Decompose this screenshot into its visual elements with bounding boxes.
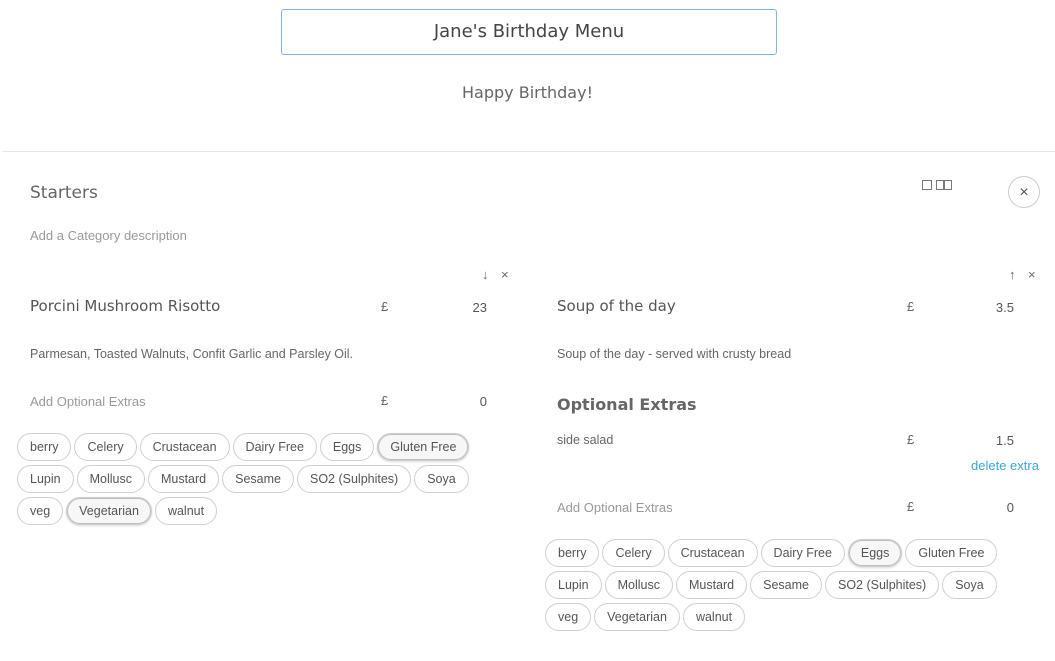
single-column-layout-icon[interactable]	[922, 180, 932, 190]
dietary-tag[interactable]: Celery	[74, 433, 137, 461]
dietary-tag[interactable]: Vegetarian	[594, 603, 680, 631]
dietary-tag[interactable]: Lupin	[17, 465, 74, 493]
dietary-tag[interactable]: Crustacean	[667, 539, 758, 567]
dietary-tag[interactable]: berry	[545, 539, 600, 567]
divider	[3, 151, 1055, 152]
dietary-tag[interactable]: berry	[17, 433, 72, 461]
delete-item-icon[interactable]: ×	[1028, 267, 1036, 282]
two-column-layout-icon[interactable]	[936, 180, 952, 190]
dietary-tags: berry Celery Crustacean Dairy Free Eggs Glute…	[17, 433, 517, 525]
extra-price-input[interactable]: 0	[427, 394, 487, 409]
layout-toggle	[922, 180, 952, 190]
move-up-icon[interactable]: ↑	[1009, 267, 1016, 282]
dietary-tag[interactable]: Eggs	[319, 433, 375, 461]
item-price-input[interactable]: 23	[427, 300, 487, 315]
dietary-tag[interactable]: Vegetarian	[66, 497, 152, 525]
dietary-tags: berry Celery Crustacean Dairy Free Eggs Glute…	[545, 539, 1045, 631]
dietary-tag[interactable]: Dairy Free	[232, 433, 317, 461]
dietary-tag[interactable]: SO2 (Sulphites)	[824, 571, 940, 599]
dietary-tag[interactable]: Celery	[602, 539, 665, 567]
menu-subtitle[interactable]: Happy Birthday!	[0, 83, 1055, 102]
currency-symbol: £	[381, 299, 389, 314]
dietary-tag[interactable]: Mustard	[675, 571, 748, 599]
dietary-tag[interactable]: Mollusc	[604, 571, 673, 599]
optional-extras-heading: Optional Extras	[557, 395, 697, 414]
add-optional-extras-input[interactable]: Add Optional Extras	[557, 500, 673, 515]
currency-symbol: £	[907, 299, 915, 314]
dietary-tag[interactable]: walnut	[682, 603, 746, 631]
item-description-input[interactable]: Soup of the day - served with crusty bre…	[557, 347, 791, 361]
dietary-tag[interactable]: SO2 (Sulphites)	[296, 465, 412, 493]
category-description-input[interactable]: Add a Category description	[30, 228, 187, 243]
menu-title-input[interactable]: Jane's Birthday Menu	[281, 9, 777, 55]
dietary-tag[interactable]: veg	[17, 497, 64, 525]
dietary-tag[interactable]: Dairy Free	[760, 539, 845, 567]
dietary-tag[interactable]: walnut	[154, 497, 218, 525]
currency-symbol: £	[907, 499, 915, 514]
delete-item-icon[interactable]: ×	[501, 267, 509, 282]
currency-symbol: £	[907, 432, 915, 447]
extra-price-input[interactable]: 0	[954, 500, 1014, 515]
extra-price-input[interactable]: 1.5	[954, 433, 1014, 448]
category-title[interactable]: Starters	[30, 183, 98, 203]
item-price-input[interactable]: 3.5	[954, 300, 1014, 315]
item-description-input[interactable]: Parmesan, Toasted Walnuts, Confit Garlic…	[30, 347, 353, 361]
move-down-icon[interactable]: ↓	[482, 267, 489, 282]
dietary-tag[interactable]: Gluten Free	[905, 539, 998, 567]
dietary-tag[interactable]: Crustacean	[139, 433, 230, 461]
dietary-tag[interactable]: Mustard	[147, 465, 220, 493]
dietary-tag[interactable]: Eggs	[847, 539, 903, 567]
dietary-tag[interactable]: veg	[545, 603, 592, 631]
dietary-tag[interactable]: Lupin	[545, 571, 602, 599]
add-optional-extras-input[interactable]: Add Optional Extras	[30, 394, 146, 409]
close-category-button[interactable]: ×	[1008, 176, 1040, 208]
delete-extra-link[interactable]: delete extra	[971, 458, 1039, 473]
item-name-input[interactable]: Porcini Mushroom Risotto	[30, 297, 220, 315]
dietary-tag[interactable]: Sesame	[222, 465, 294, 493]
dietary-tag[interactable]: Gluten Free	[377, 433, 470, 461]
dietary-tag[interactable]: Mollusc	[76, 465, 145, 493]
dietary-tag[interactable]: Soya	[942, 571, 997, 599]
extra-name-input[interactable]: side salad	[557, 433, 613, 447]
item-name-input[interactable]: Soup of the day	[557, 297, 676, 315]
currency-symbol: £	[381, 393, 389, 408]
dietary-tag[interactable]: Soya	[414, 465, 469, 493]
dietary-tag[interactable]: Sesame	[750, 571, 822, 599]
